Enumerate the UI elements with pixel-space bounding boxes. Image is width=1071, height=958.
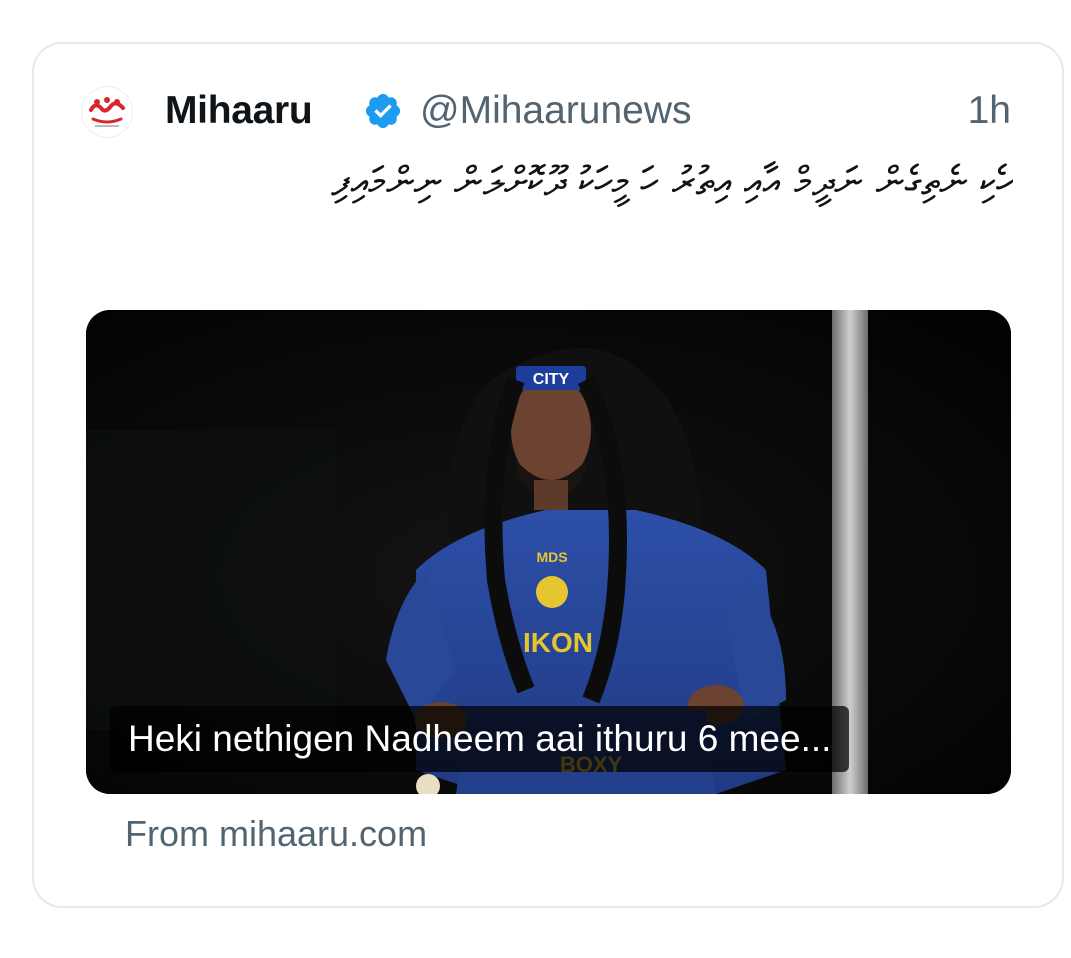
- tweet-timestamp[interactable]: 1h: [968, 86, 1011, 136]
- author-name[interactable]: Mihaaru: [165, 86, 313, 136]
- link-preview-caption[interactable]: Heki nethigen Nadheem aai ithuru 6 mee..…: [110, 706, 850, 772]
- sponsor-text: IKON: [523, 627, 593, 658]
- author-avatar[interactable]: [82, 87, 132, 137]
- author-handle[interactable]: @Mihaarunews: [420, 86, 692, 136]
- mihaaru-logo-icon: [89, 97, 125, 127]
- badge-text: MDS: [536, 549, 567, 565]
- tweet-text: ހެކި ނެތިގެން ނަދީމް އާއި އިތުރު ހަ މީހަ…: [331, 159, 1013, 205]
- headband-text: CITY: [533, 371, 570, 388]
- verified-badge-icon: [365, 93, 401, 129]
- link-source[interactable]: From mihaaru.com: [125, 811, 427, 857]
